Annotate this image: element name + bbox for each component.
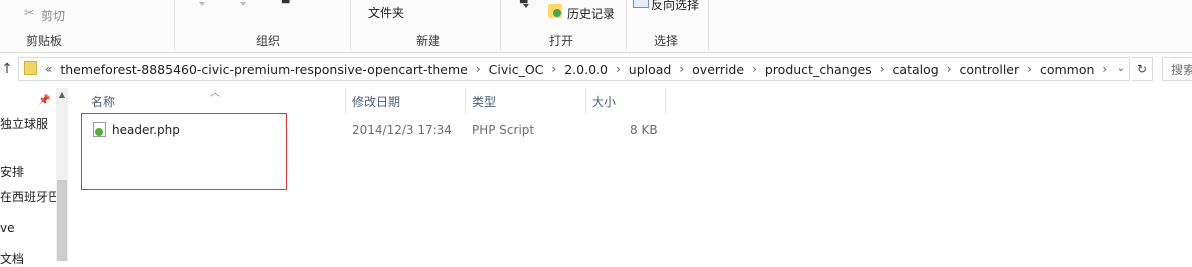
pin-icon[interactable]: 📌 bbox=[38, 95, 50, 106]
column-header-type[interactable]: 类型 bbox=[472, 93, 496, 110]
organize-group-label: 组织 bbox=[256, 34, 281, 48]
breadcrumb-segment[interactable]: catalog bbox=[889, 62, 943, 77]
breadcrumb-chevron-icon[interactable]: › bbox=[943, 62, 956, 76]
breadcrumb-overflow-button[interactable]: « bbox=[41, 62, 56, 76]
breadcrumb-segment[interactable]: common bbox=[1036, 62, 1098, 77]
breadcrumb-chevron-icon[interactable]: › bbox=[675, 62, 688, 76]
search-input[interactable]: 搜索 bbox=[1162, 57, 1192, 81]
nav-item[interactable]: ve bbox=[0, 221, 14, 235]
breadcrumb-chevron-icon[interactable]: › bbox=[1098, 62, 1111, 76]
scroll-up-icon[interactable]: ▲ bbox=[56, 88, 68, 102]
breadcrumb-segment[interactable]: 2.0.0.0 bbox=[560, 62, 612, 77]
breadcrumb-segment[interactable]: product_changes bbox=[761, 62, 876, 77]
file-type: PHP Script bbox=[472, 123, 535, 137]
nav-item[interactable]: 独立球服 bbox=[0, 115, 48, 132]
breadcrumb-segment[interactable]: Civic_OC bbox=[485, 62, 548, 77]
copy-to-dropdown-icon[interactable] bbox=[240, 2, 246, 6]
breadcrumb-chevron-icon[interactable]: › bbox=[472, 62, 485, 76]
breadcrumb: « themeforest-8885460-civic-premium-resp… bbox=[41, 61, 1111, 77]
breadcrumb-segment[interactable]: controller bbox=[956, 62, 1024, 77]
breadcrumb-segment[interactable]: upload bbox=[625, 62, 676, 77]
invert-selection-icon bbox=[633, 0, 649, 8]
history-button[interactable]: 历史记录 bbox=[567, 5, 615, 22]
history-icon-badge bbox=[553, 9, 561, 17]
breadcrumb-chevron-icon[interactable]: › bbox=[547, 62, 560, 76]
up-arrow-icon[interactable]: ↑ bbox=[0, 60, 14, 78]
column-header-modified[interactable]: 修改日期 bbox=[352, 93, 400, 110]
scissors-icon: ✂ bbox=[24, 6, 35, 21]
chevron-down-icon[interactable]: ⌄ bbox=[1115, 61, 1127, 77]
nav-item[interactable]: 安排 bbox=[0, 163, 24, 180]
column-header-size[interactable]: 大小 bbox=[592, 93, 616, 110]
new-folder-button[interactable]: 文件夹 bbox=[368, 4, 404, 21]
nav-item[interactable]: 文档 bbox=[0, 250, 24, 267]
rename-icon[interactable]: ▬ bbox=[281, 0, 290, 7]
nav-item[interactable]: 在西班牙巴 bbox=[0, 188, 60, 205]
breadcrumb-segment[interactable]: themeforest-8885460-civic-premium-respon… bbox=[56, 62, 471, 77]
cut-button[interactable]: 剪切 bbox=[41, 7, 65, 24]
breadcrumb-chevron-icon[interactable]: › bbox=[748, 62, 761, 76]
new-group-label: 新建 bbox=[416, 34, 441, 48]
folder-icon bbox=[24, 61, 37, 75]
properties-dropdown-icon[interactable] bbox=[523, 4, 529, 8]
address-bar[interactable]: « themeforest-8885460-civic-premium-resp… bbox=[18, 57, 1130, 81]
breadcrumb-chevron-icon[interactable]: › bbox=[1023, 62, 1036, 76]
open-group-label: 打开 bbox=[549, 34, 574, 48]
ribbon: ✂ 剪切 剪贴板 ▬ 组织 文件夹 新建 ▬ 历史记录 打开 反向选择 选择 bbox=[0, 0, 1192, 53]
refresh-icon[interactable]: ↻ bbox=[1132, 57, 1153, 81]
breadcrumb-chevron-icon[interactable]: › bbox=[612, 62, 625, 76]
sort-ascending-icon: ︿ bbox=[210, 88, 220, 99]
select-group-label: 选择 bbox=[654, 34, 679, 48]
column-header-name[interactable]: 名称 bbox=[91, 93, 115, 110]
breadcrumb-segment[interactable]: override bbox=[688, 62, 748, 77]
clipboard-group-label: 剪贴板 bbox=[26, 34, 63, 48]
invert-selection-button[interactable]: 反向选择 bbox=[651, 0, 699, 13]
nav-scrollbar-thumb[interactable] bbox=[57, 180, 67, 261]
file-size: 8 KB bbox=[630, 123, 658, 137]
breadcrumb-chevron-icon[interactable]: › bbox=[876, 62, 889, 76]
highlight-box bbox=[81, 113, 287, 190]
search-placeholder: 搜索 bbox=[1171, 63, 1192, 77]
move-to-dropdown-icon[interactable] bbox=[199, 2, 205, 6]
file-modified: 2014/12/3 17:34 bbox=[352, 123, 452, 137]
